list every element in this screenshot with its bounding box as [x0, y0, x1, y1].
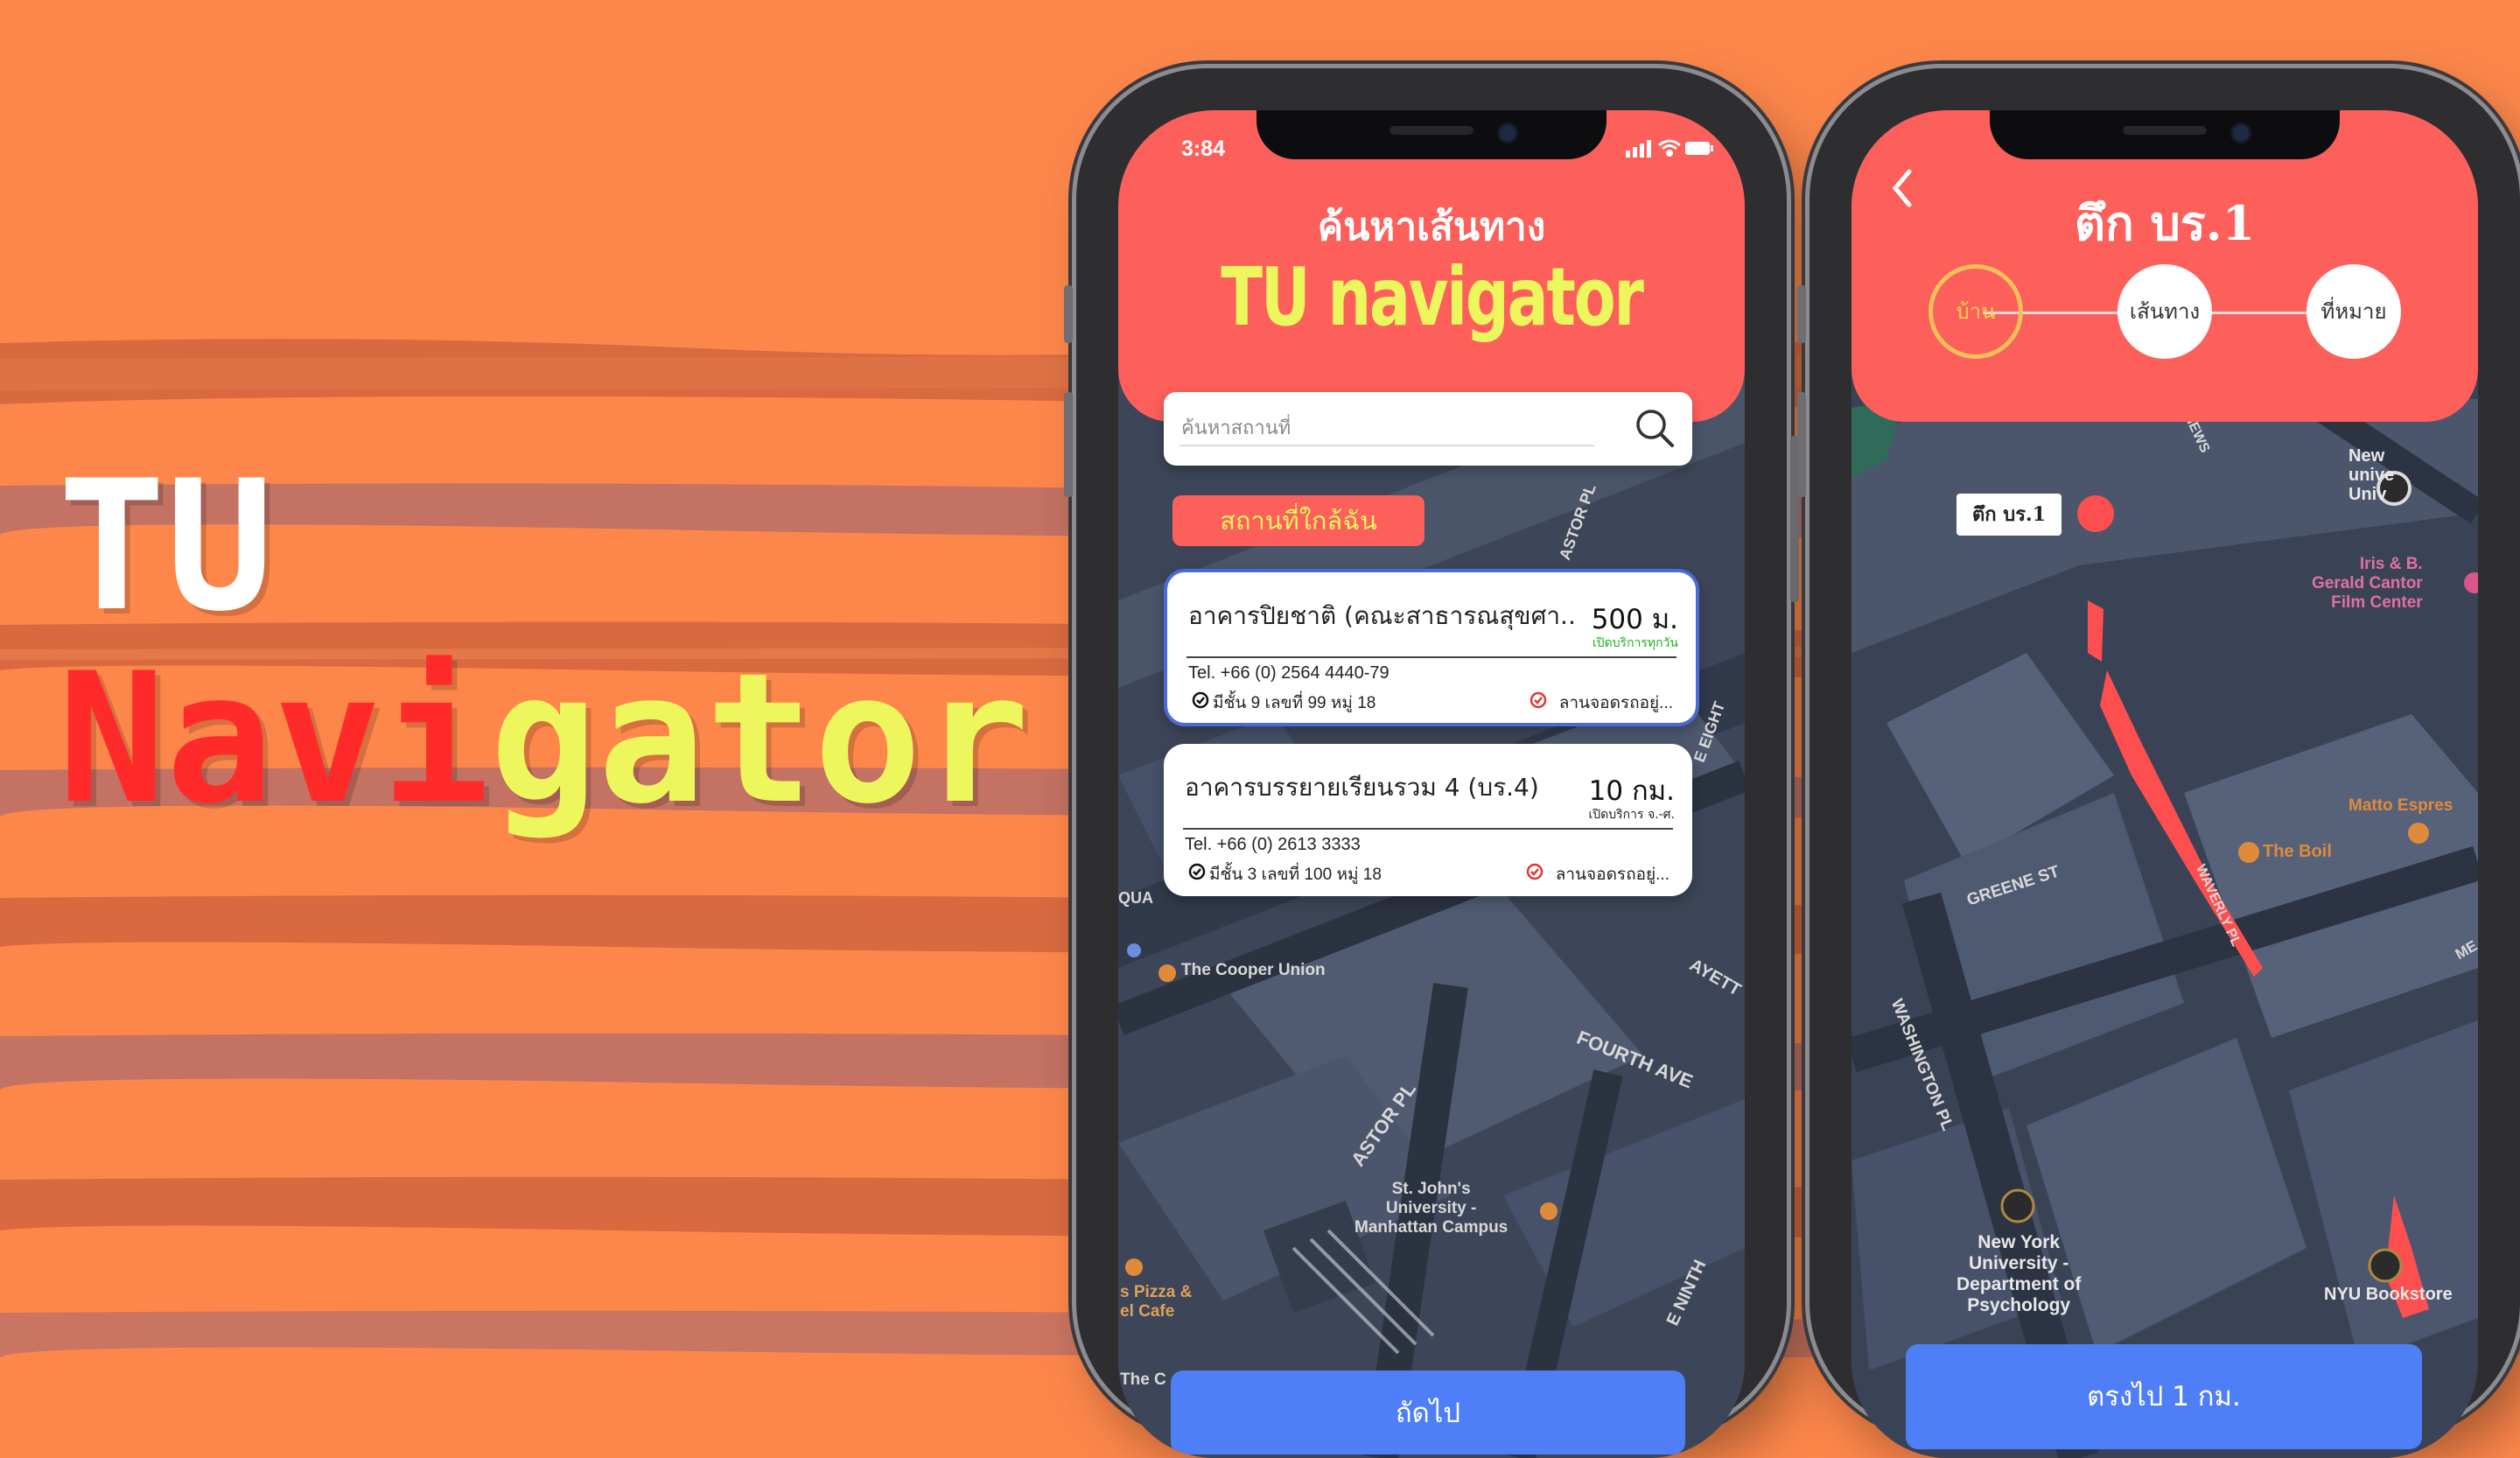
- check-circle-icon: [1188, 863, 1206, 880]
- hero-title-line1: TU: [58, 443, 274, 651]
- wifi-icon: [1658, 139, 1681, 157]
- signal-icon: [1626, 140, 1651, 158]
- front-camera: [1497, 123, 1518, 144]
- app-title: TU navigator: [1221, 250, 1643, 344]
- nearby-places-tag[interactable]: สถานที่ใกล้ฉัน: [1172, 495, 1424, 546]
- map-label-new-univ: New unive Univ: [2348, 446, 2395, 504]
- map-label-nyu-psychology: New York University - Department of Psyc…: [1956, 1232, 2082, 1315]
- card-divider: [1186, 656, 1676, 658]
- map-label-nyu-bookstore: NYU Bookstore: [2324, 1285, 2453, 1304]
- speaker-grille: [2123, 126, 2207, 135]
- map-label-matto-espresso: Matto Espres: [2348, 796, 2454, 815]
- map-label-the-c: The C: [1120, 1370, 1166, 1389]
- pin-check-icon: [1526, 863, 1544, 880]
- map-label-qua: QUA: [1118, 889, 1153, 907]
- hero-title: TU Navigator: [58, 455, 1030, 840]
- hero-title-yellow-part: gator: [489, 635, 1030, 844]
- building-location-marker[interactable]: [2077, 495, 2114, 532]
- phone-volume-up: [1797, 392, 1806, 497]
- status-time: 3:84: [1181, 137, 1226, 161]
- front-camera: [2230, 123, 2251, 144]
- map-label-the-boil: The Boil: [2263, 842, 2332, 861]
- map-label-st-johns: St. John's University - Manhattan Campus: [1354, 1180, 1508, 1237]
- phone-mockup-route: New unive Univ Iris & B. Gerald Cantor F…: [1797, 68, 2520, 1458]
- next-button[interactable]: ถัดไป: [1171, 1370, 1685, 1454]
- building-map-label[interactable]: ตึก บร.1: [1956, 494, 2062, 536]
- step-home[interactable]: บ้าน: [1928, 264, 2023, 359]
- step-destination[interactable]: ที่หมาย: [2306, 264, 2401, 359]
- place-card[interactable]: อาคารบรรยายเรียนรวม 4 (บร.4) 10 กม. เปิด…: [1164, 744, 1692, 896]
- place-card[interactable]: อาคารปิยชาติ (คณะสาธารณสุขศา.. 500 ม. เป…: [1164, 569, 1699, 726]
- place-tel: Tel. +66 (0) 2613 3333: [1185, 835, 1361, 854]
- place-status: เปิดบริการ จ.-ศ.: [1588, 808, 1675, 822]
- status-icons: [1626, 137, 1713, 163]
- search-bar: [1164, 392, 1692, 466]
- place-status: เปิดบริการทุกวัน: [1592, 636, 1678, 650]
- phone-mute-switch: [1797, 285, 1806, 343]
- place-address: มีชั้น 9 เลขที่ 99 หมู่ 18: [1213, 694, 1376, 712]
- header-subtitle: ค้นหาเส้นทาง: [1317, 205, 1546, 249]
- card-divider: [1183, 828, 1673, 830]
- map-label-pizza: s Pizza & el Cafe: [1120, 1283, 1193, 1321]
- phone-notch: [1990, 110, 2340, 159]
- search-icon[interactable]: [1633, 406, 1676, 450]
- place-parking: ลานจอดรถอยู่...: [1555, 866, 1670, 884]
- phone-screen-route: New unive Univ Iris & B. Gerald Cantor F…: [1852, 110, 2478, 1458]
- speaker-grille: [1390, 126, 1474, 135]
- place-address: มีชั้น 3 เลขที่ 100 หมู่ 18: [1209, 866, 1382, 884]
- step-route[interactable]: เส้นทาง: [2118, 264, 2212, 359]
- go-straight-button[interactable]: ตรงไป 1 กม.: [1906, 1344, 2422, 1449]
- map-label-iris-cantor: Iris & B. Gerald Cantor Film Center: [2312, 555, 2423, 612]
- phone-mute-switch: [1064, 285, 1073, 343]
- check-circle-icon: [1192, 691, 1209, 709]
- map-label-cooper: The Cooper Union: [1181, 961, 1326, 979]
- destination-title: ตึก บร.1: [2074, 195, 2256, 251]
- place-tel: Tel. +66 (0) 2564 4440-79: [1188, 663, 1390, 683]
- place-parking: ลานจอดรถอยู่...: [1558, 694, 1673, 712]
- battery-icon: [1685, 142, 1713, 155]
- phone-mockup-search: The Cooper Union FOURTH AVE ASTOR PL AST…: [1064, 68, 1799, 1458]
- search-input[interactable]: [1180, 411, 1594, 446]
- hero-title-line2: Navigator: [58, 639, 1030, 840]
- phone-volume-up: [1064, 392, 1073, 497]
- place-name: อาคารบรรยายเรียนรวม 4 (บร.4): [1185, 773, 1539, 802]
- phone-notch: [1256, 110, 1606, 159]
- place-name: อาคารปิยชาติ (คณะสาธารณสุขศา..: [1188, 601, 1576, 630]
- pin-check-icon: [1530, 691, 1547, 709]
- phone-screen-search: The Cooper Union FOURTH AVE ASTOR PL AST…: [1118, 110, 1745, 1458]
- hero-title-red-part: Navi: [58, 635, 490, 844]
